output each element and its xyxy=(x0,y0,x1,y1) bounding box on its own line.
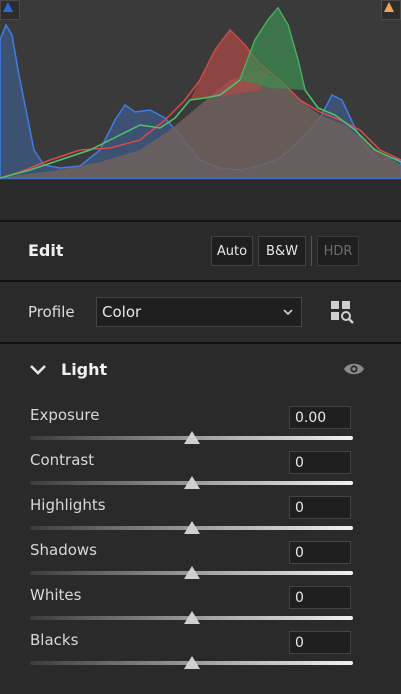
light-panel: Light Exposure 0.00 Contrast 0 Highlights 0 Sh… xyxy=(0,344,401,694)
slider-label: Highlights xyxy=(30,496,106,514)
eye-icon[interactable] xyxy=(343,361,365,377)
chevron-down-icon xyxy=(283,309,293,316)
slider-thumb[interactable] xyxy=(183,431,200,444)
slider-thumb[interactable] xyxy=(183,611,200,624)
shadow-clipping-shape xyxy=(3,2,13,12)
slider-thumb[interactable] xyxy=(183,476,200,489)
chevron-down-icon[interactable] xyxy=(28,360,48,380)
black-and-white-button[interactable]: B&W xyxy=(258,236,306,266)
slider-label: Contrast xyxy=(30,451,95,469)
slider-label: Exposure xyxy=(30,406,100,424)
profile-value: Color xyxy=(102,303,142,321)
slider-value-field[interactable]: 0 xyxy=(289,451,351,474)
histogram-graph xyxy=(0,6,401,179)
highlight-clipping-icon[interactable] xyxy=(381,0,401,20)
profile-label: Profile xyxy=(28,303,75,321)
slider-row-contrast: Contrast 0 xyxy=(0,451,401,496)
slider-thumb[interactable] xyxy=(183,656,200,669)
shadow-clipping-icon[interactable] xyxy=(0,0,20,20)
auto-button[interactable]: Auto xyxy=(211,236,253,266)
slider-row-shadows: Shadows 0 xyxy=(0,541,401,586)
slider-value-field[interactable]: 0 xyxy=(289,631,351,654)
button-divider xyxy=(311,236,312,266)
profile-dropdown[interactable]: Color xyxy=(96,297,302,327)
slider-thumb[interactable] xyxy=(183,566,200,579)
slider-thumb[interactable] xyxy=(183,521,200,534)
slider-value-field[interactable]: 0 xyxy=(289,541,351,564)
highlight-clipping-shape xyxy=(384,2,394,12)
slider-value-field[interactable]: 0.00 xyxy=(289,406,351,429)
histogram-info-strip xyxy=(0,180,401,222)
profile-browser-icon[interactable] xyxy=(330,300,354,324)
slider-row-exposure: Exposure 0.00 xyxy=(0,406,401,451)
edit-title: Edit xyxy=(28,241,64,260)
slider-value-field[interactable]: 0 xyxy=(289,496,351,519)
slider-label: Shadows xyxy=(30,541,98,559)
slider-label: Blacks xyxy=(30,631,79,649)
slider-row-highlights: Highlights 0 xyxy=(0,496,401,541)
histogram xyxy=(0,0,401,180)
slider-label: Whites xyxy=(30,586,82,604)
hdr-button[interactable]: HDR xyxy=(317,236,359,266)
light-section-title: Light xyxy=(61,360,108,379)
slider-row-blacks: Blacks 0 xyxy=(0,631,401,676)
slider-row-whites: Whites 0 xyxy=(0,586,401,631)
edit-header: Edit Auto B&W HDR xyxy=(0,222,401,282)
slider-value-field[interactable]: 0 xyxy=(289,586,351,609)
